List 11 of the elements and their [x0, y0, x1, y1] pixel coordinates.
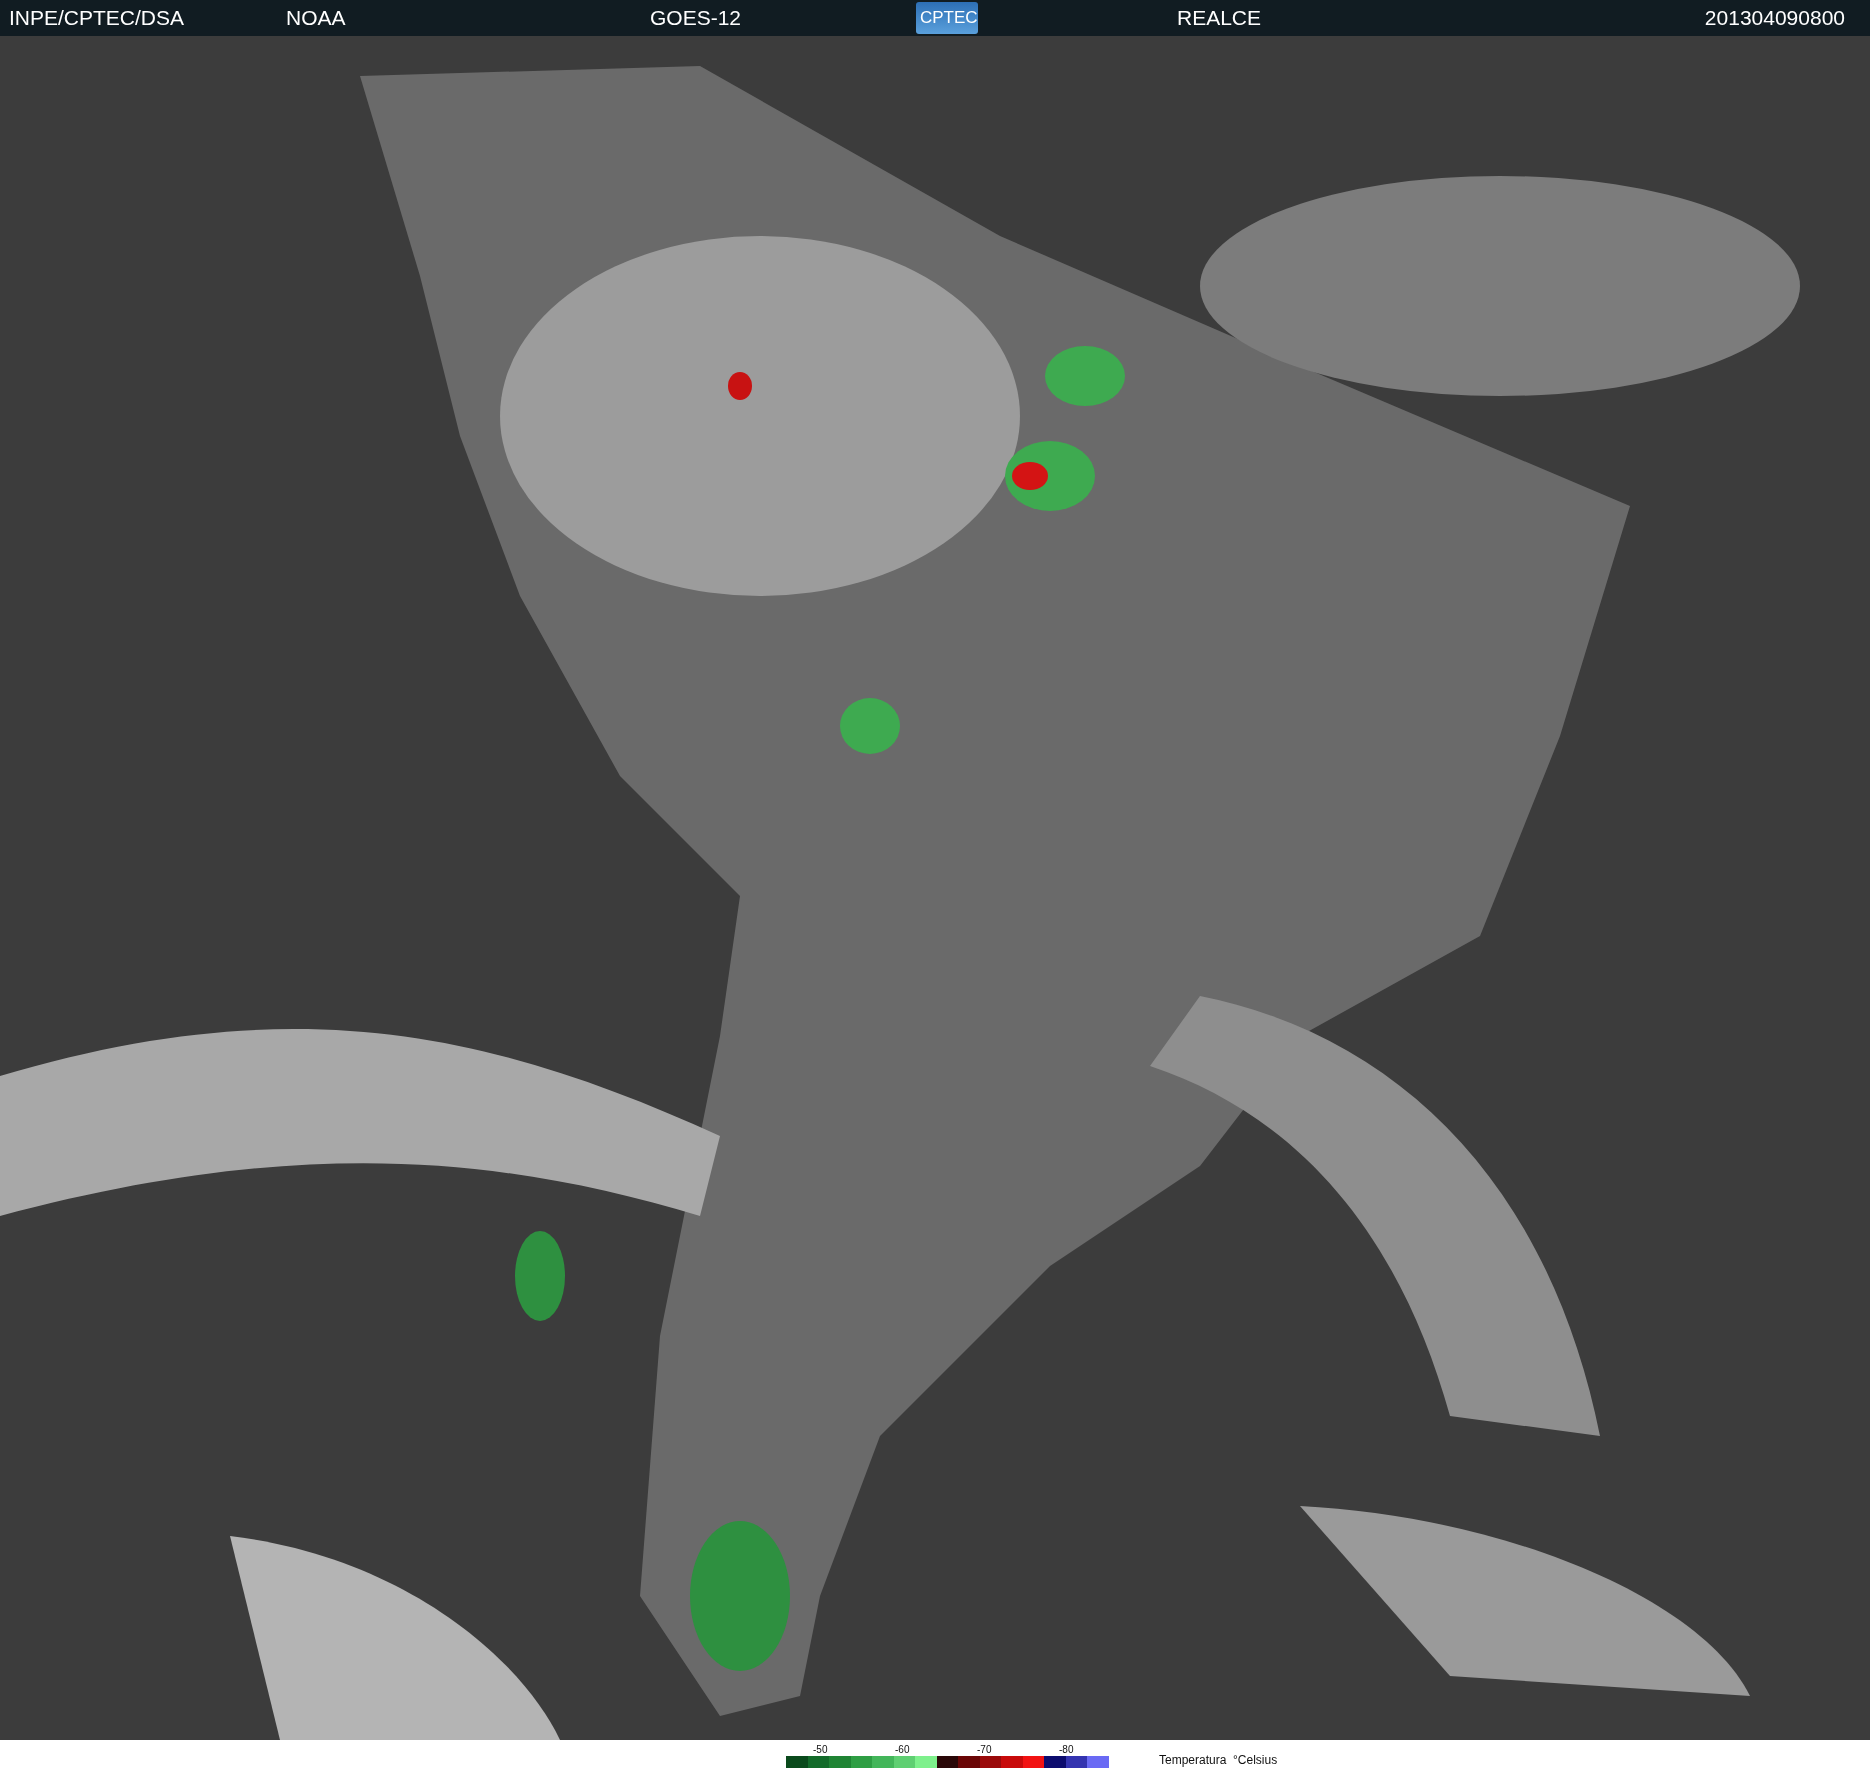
legend-tick-label: -50: [813, 1744, 829, 1756]
legend-tick-label: -70: [977, 1744, 993, 1756]
legend-title: Temperatura °Celsius: [1159, 1753, 1278, 1767]
legend-tick-label: -80: [1059, 1744, 1075, 1756]
logo: CPTEC: [916, 2, 978, 34]
header-label: REALCE: [1177, 6, 1262, 30]
header-label: INPE/CPTEC/DSA: [9, 6, 186, 30]
legend-tick-label: -60: [895, 1744, 911, 1756]
header-label: GOES-12: [650, 6, 743, 30]
header-label: NOAA: [286, 6, 347, 30]
timestamp: 201304090800: [1704, 6, 1845, 30]
